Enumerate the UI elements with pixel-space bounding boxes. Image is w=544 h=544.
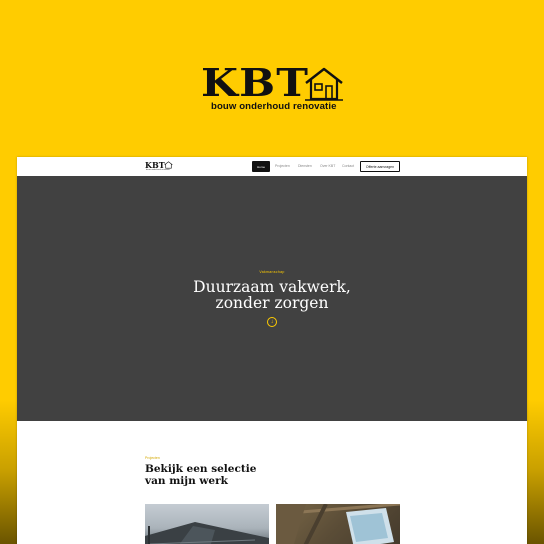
interior-photo-graphic bbox=[276, 504, 400, 544]
projects-title-line2: van mijn werk bbox=[145, 475, 228, 487]
project-photo-interior[interactable] bbox=[276, 504, 400, 544]
hero-title: Duurzaam vakwerk, zonder zorgen bbox=[17, 279, 527, 311]
hero-title-line1: Duurzaam vakwerk, bbox=[193, 278, 351, 296]
nav-link-over[interactable]: Over KBT bbox=[320, 164, 335, 168]
nav-link-contact[interactable]: Contact bbox=[342, 164, 354, 168]
roof-photo-graphic bbox=[145, 522, 269, 544]
nav-logo[interactable]: KBT bouw onderhoud renovatie bbox=[145, 161, 175, 172]
house-icon bbox=[164, 161, 173, 169]
nav-link-projecten[interactable]: Projecten bbox=[275, 164, 290, 168]
hero-title-line2: zonder zorgen bbox=[215, 294, 329, 312]
projects-section: Projecten Bekijk een selectie van mijn w… bbox=[17, 421, 527, 544]
projects-title: Bekijk een selectie van mijn werk bbox=[145, 463, 305, 487]
projects-kicker: Projecten bbox=[145, 456, 160, 460]
brand-logo: KBT bouw onderhoud renovatie bbox=[0, 64, 544, 114]
hero-section: Vakmanschap Duurzaam vakwerk, zonder zor… bbox=[17, 176, 527, 421]
scroll-down-icon[interactable]: ↓ bbox=[267, 317, 277, 327]
hero-kicker: Vakmanschap bbox=[259, 270, 285, 274]
brand-name: KBT bbox=[201, 60, 310, 105]
nav-link-diensten[interactable]: Diensten bbox=[298, 164, 312, 168]
quote-request-button[interactable]: Offerte aanvragen bbox=[360, 161, 400, 172]
projects-title-line1: Bekijk een selectie bbox=[145, 463, 257, 475]
website-mockup: KBT bouw onderhoud renovatie Home Projec… bbox=[17, 157, 527, 544]
project-photo-roof[interactable] bbox=[145, 504, 269, 544]
nav-home-button[interactable]: Home bbox=[252, 161, 270, 172]
house-icon bbox=[305, 67, 343, 101]
nav-logo-name: KBT bbox=[145, 160, 165, 170]
brand-tagline: bouw onderhoud renovatie bbox=[211, 101, 337, 112]
nav-logo-tagline: bouw onderhoud renovatie bbox=[146, 169, 170, 171]
site-navbar: KBT bouw onderhoud renovatie Home Projec… bbox=[17, 157, 527, 176]
